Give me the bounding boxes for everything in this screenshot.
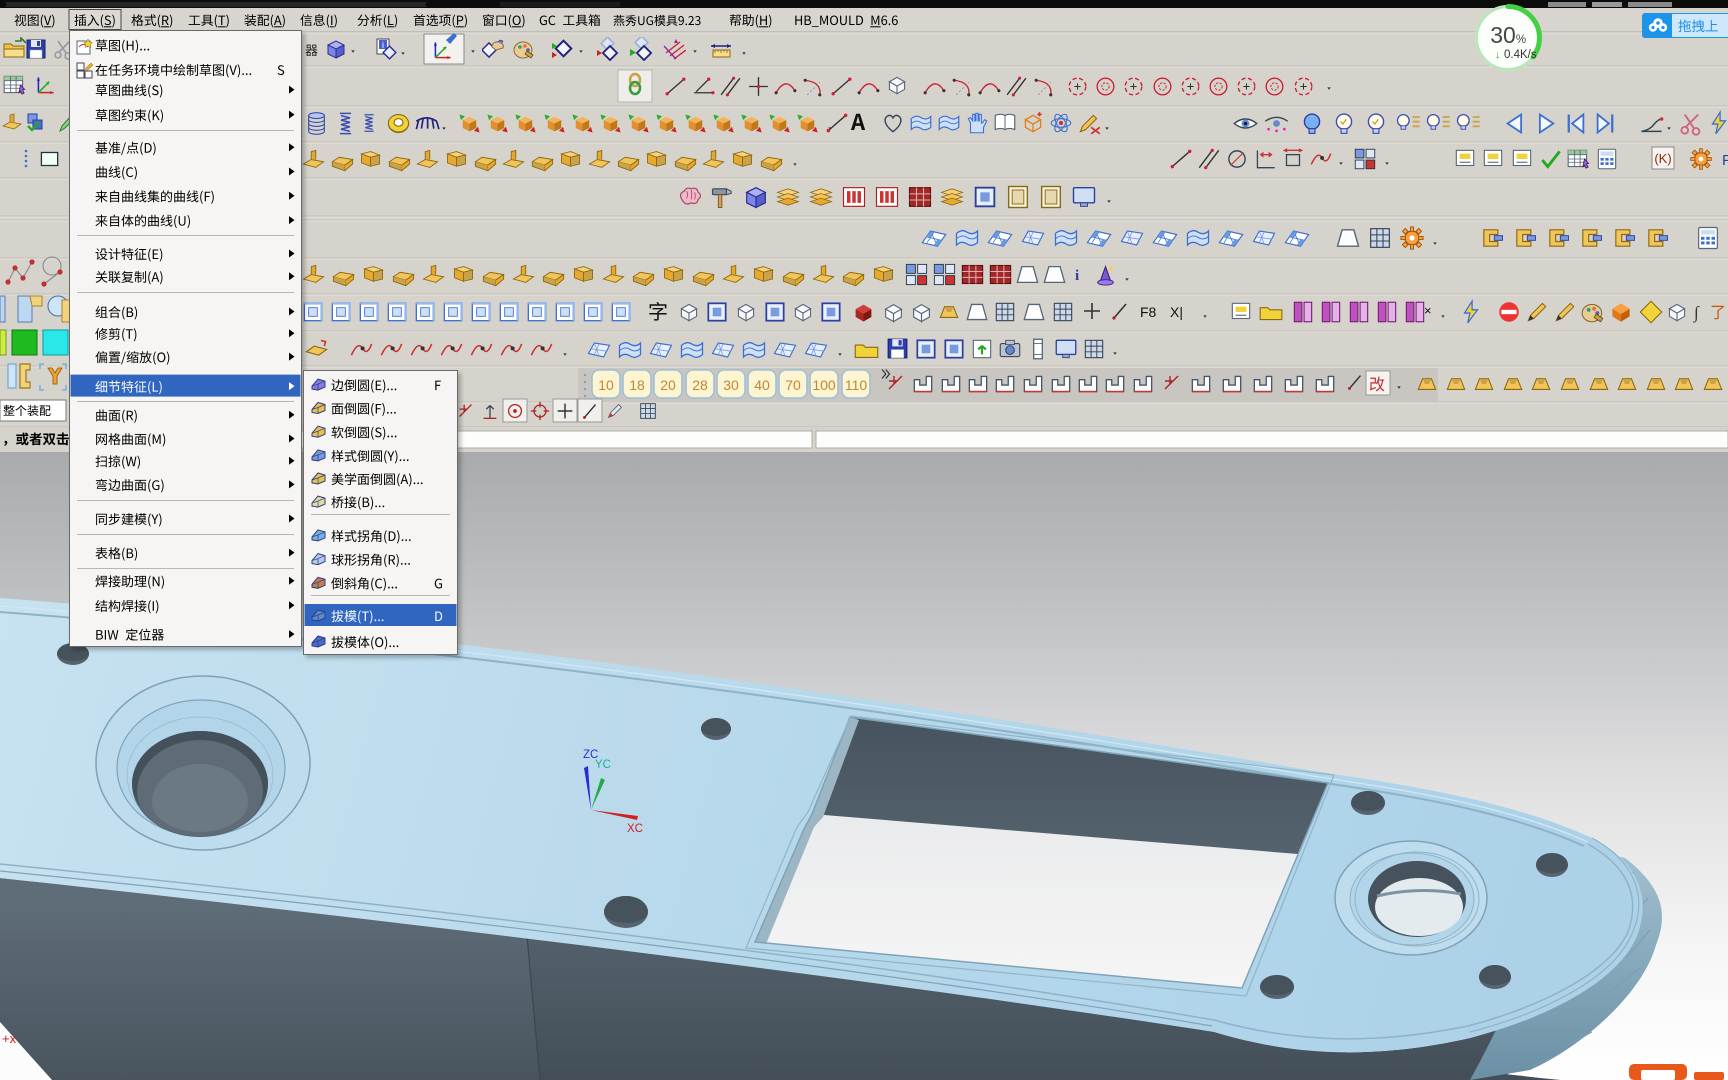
svg-text:F8: F8	[1140, 304, 1157, 320]
svg-text:∫: ∫	[1693, 303, 1700, 323]
svg-text:28: 28	[692, 377, 708, 393]
svg-text:30: 30	[1490, 22, 1516, 48]
svg-text:(K): (K)	[1654, 151, 1671, 166]
svg-text:70: 70	[785, 377, 801, 393]
svg-text:i: i	[1075, 268, 1079, 284]
svg-text:P: P	[1722, 152, 1728, 169]
svg-text:110: 110	[845, 377, 868, 393]
svg-text:40: 40	[754, 377, 770, 393]
svg-text:×: ×	[1424, 303, 1432, 318]
svg-text:100: 100	[812, 377, 836, 393]
svg-text:YC: YC	[595, 759, 611, 771]
svg-text:18: 18	[629, 377, 645, 393]
svg-text:0.4K/s: 0.4K/s	[1504, 49, 1537, 61]
svg-text:↓: ↓	[1495, 49, 1501, 61]
svg-text:XC: XC	[627, 823, 643, 835]
svg-text:X|: X|	[1170, 304, 1183, 320]
svg-text:30: 30	[723, 377, 739, 393]
svg-text:+x: +x	[2, 1031, 17, 1046]
svg-text:20: 20	[660, 377, 676, 393]
svg-text:10: 10	[598, 377, 614, 393]
svg-text:%: %	[1516, 34, 1526, 46]
